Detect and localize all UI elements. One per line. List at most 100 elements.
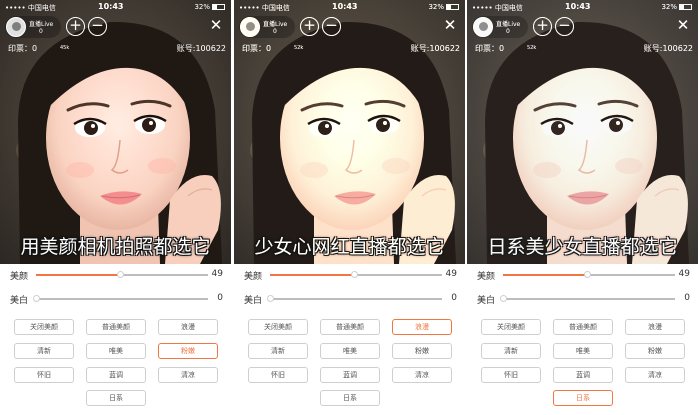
host-name: 直播Live	[496, 21, 521, 28]
beauty-slider-row: 美颜 49	[0, 268, 231, 282]
beauty-slider-row: 美颜 49	[467, 268, 698, 282]
carrier-label: ••••• 中国电信	[472, 4, 523, 12]
filter-button[interactable]: 清凉	[625, 367, 685, 383]
room-id: 账号:100622	[643, 44, 693, 53]
battery-indicator: 32%	[194, 3, 225, 11]
filter-button[interactable]: 关闭美颜	[248, 319, 308, 335]
filter-button[interactable]: 蓝调	[86, 367, 146, 383]
whitening-slider[interactable]	[500, 295, 675, 302]
portrait-image	[234, 0, 465, 264]
beauty-value: 49	[678, 269, 690, 279]
filter-button[interactable]: 怀旧	[248, 367, 308, 383]
portrait-image	[467, 0, 698, 264]
tickets-label[interactable]: 印票：0	[242, 43, 271, 54]
phone-panel: ••••• 中国电信 10:43 32% 直播Live 0 + − ✕ 印票：0…	[234, 0, 465, 415]
filter-button[interactable]: 清凉	[158, 367, 218, 383]
filter-button[interactable]: 普通美颜	[553, 319, 613, 335]
viewer-count: 0	[506, 28, 510, 35]
beauty-slider-row: 美颜 49	[234, 268, 465, 282]
filter-button[interactable]: 怀旧	[14, 367, 74, 383]
host-info[interactable]: 直播Live 0	[5, 16, 61, 38]
filter-button[interactable]: 清凉	[392, 367, 452, 383]
whitening-slider-thumb[interactable]	[33, 295, 40, 302]
room-id: 账号:100622	[410, 44, 460, 53]
filter-button[interactable]: 粉嫩	[158, 343, 218, 359]
host-info[interactable]: 直播Live 0	[472, 16, 528, 38]
promo-caption: 少女心网红直播都选它	[254, 236, 445, 258]
filter-button[interactable]: 粉嫩	[392, 343, 452, 359]
whitening-slider-thumb[interactable]	[267, 295, 274, 302]
filter-button[interactable]: 关闭美颜	[14, 319, 74, 335]
filter-button[interactable]: 关闭美颜	[481, 319, 541, 335]
filter-grid: 关闭美颜 普通美颜 浪漫清新 唯美 粉嫩怀旧 蓝调 清凉 日系	[0, 317, 231, 409]
beauty-slider[interactable]	[503, 271, 675, 278]
phone-panel: ••••• 中国电信 10:43 32% 直播Live 0 + − ✕ 印票：0…	[467, 0, 698, 415]
beauty-value: 49	[445, 269, 457, 279]
beauty-slider-thumb[interactable]	[351, 271, 359, 278]
filter-button[interactable]: 浪漫	[158, 319, 218, 335]
close-icon[interactable]: ✕	[443, 17, 457, 33]
tickets-label[interactable]: 印票：0	[8, 43, 37, 54]
whitening-slider[interactable]	[33, 295, 208, 302]
tickets-label[interactable]: 印票：0	[475, 43, 504, 54]
camera-preview: ••••• 中国电信 10:43 32% 直播Live 0 + − ✕ 印票：0…	[234, 0, 465, 264]
viewer-count: 0	[273, 28, 277, 35]
filter-button[interactable]: 浪漫	[625, 319, 685, 335]
filter-grid: 关闭美颜 普通美颜 浪漫清新 唯美 粉嫩怀旧 蓝调 清凉 日系	[234, 317, 465, 409]
filter-button[interactable]: 清新	[14, 343, 74, 359]
filter-button[interactable]: 蓝调	[320, 367, 380, 383]
filter-button[interactable]: 唯美	[86, 343, 146, 359]
avatar[interactable]	[6, 17, 26, 37]
carrier-label: ••••• 中国电信	[239, 4, 290, 12]
host-name: 直播Live	[29, 21, 54, 28]
avatar[interactable]	[473, 17, 493, 37]
battery-percent: 32%	[194, 3, 210, 11]
filter-button[interactable]: 普通美颜	[320, 319, 380, 335]
clock: 10:43	[332, 2, 358, 11]
close-icon[interactable]: ✕	[209, 17, 223, 33]
battery-percent: 32%	[428, 3, 444, 11]
filter-button[interactable]: 清新	[248, 343, 308, 359]
whitening-label: 美白	[244, 296, 263, 306]
filter-button[interactable]: 怀旧	[481, 367, 541, 383]
status-bar: ••••• 中国电信 10:43 32%	[467, 0, 698, 14]
filter-button[interactable]: 普通美颜	[86, 319, 146, 335]
add-circle-icon[interactable]: +	[300, 17, 319, 36]
minus-circle-icon[interactable]: −	[555, 17, 574, 36]
host-info[interactable]: 直播Live 0	[239, 16, 295, 38]
status-bar: ••••• 中国电信 10:43 32%	[0, 0, 231, 14]
add-circle-icon[interactable]: +	[533, 17, 552, 36]
beauty-slider-fill	[36, 274, 121, 276]
filter-button[interactable]: 粉嫩	[625, 343, 685, 359]
battery-icon	[212, 4, 225, 10]
minus-circle-icon[interactable]: −	[322, 17, 341, 36]
filter-button[interactable]: 唯美	[553, 343, 613, 359]
status-bar: ••••• 中国电信 10:43 32%	[234, 0, 465, 14]
clock: 10:43	[565, 2, 591, 11]
beauty-slider[interactable]	[36, 271, 208, 278]
filter-button[interactable]: 日系	[553, 390, 613, 406]
close-icon[interactable]: ✕	[676, 17, 690, 33]
filter-button[interactable]: 清新	[481, 343, 541, 359]
whitening-slider[interactable]	[267, 295, 442, 302]
minus-circle-icon[interactable]: −	[88, 17, 107, 36]
battery-icon	[446, 4, 459, 10]
filter-button[interactable]: 浪漫	[392, 319, 452, 335]
whitening-slider-row: 美白 0	[234, 292, 465, 306]
beauty-value: 49	[211, 269, 223, 279]
filter-button[interactable]: 日系	[86, 390, 146, 406]
add-circle-icon[interactable]: +	[66, 17, 85, 36]
whitening-slider-thumb[interactable]	[500, 295, 507, 302]
battery-icon	[679, 4, 692, 10]
beauty-slider-thumb[interactable]	[117, 271, 125, 278]
beauty-label: 美颜	[477, 272, 496, 282]
avatar[interactable]	[240, 17, 260, 37]
battery-percent: 32%	[661, 3, 677, 11]
beauty-slider[interactable]	[270, 271, 442, 278]
beauty-slider-thumb[interactable]	[584, 271, 592, 278]
filter-button[interactable]: 日系	[320, 390, 380, 406]
filter-button[interactable]: 蓝调	[553, 367, 613, 383]
filter-button[interactable]: 唯美	[320, 343, 380, 359]
beauty-slider-fill	[503, 274, 588, 276]
whitening-slider-row: 美白 0	[467, 292, 698, 306]
